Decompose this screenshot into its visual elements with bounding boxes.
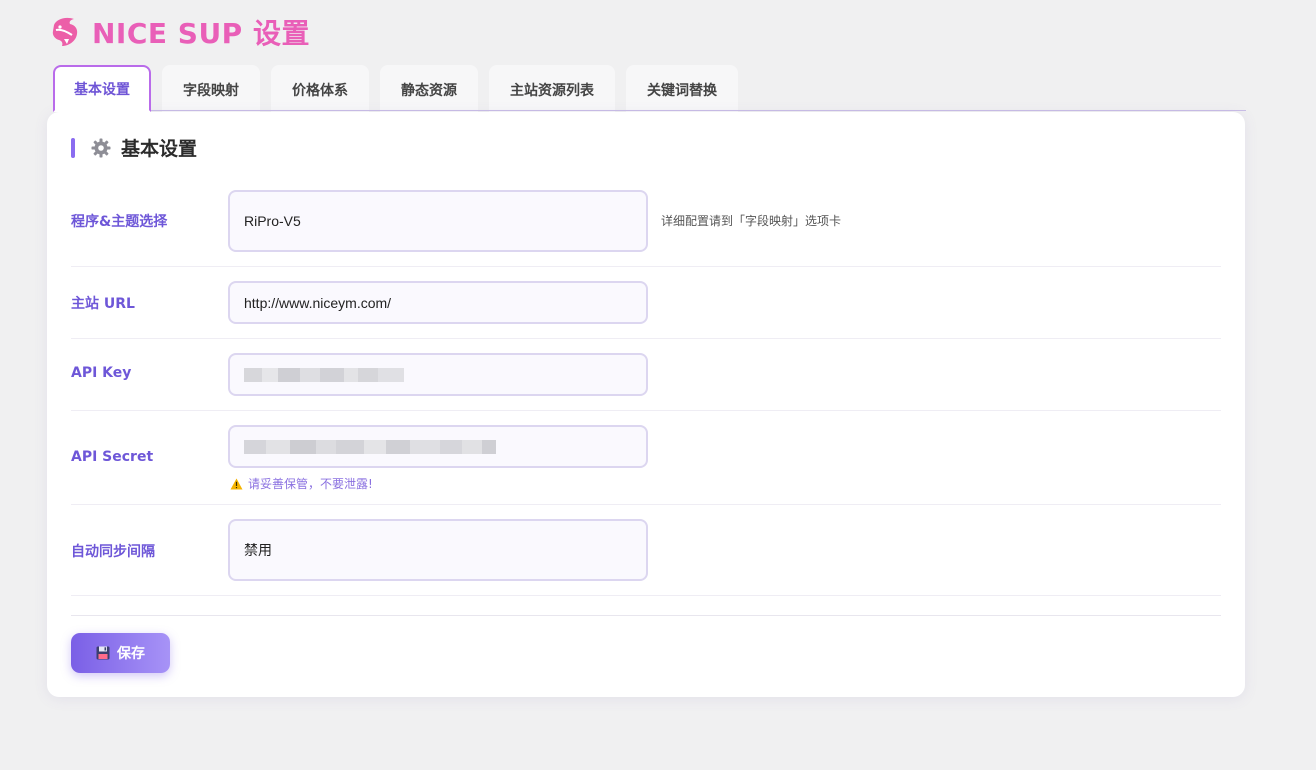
api-secret-warning: 请妥善保管，不要泄露! (230, 475, 373, 492)
gear-icon (91, 138, 111, 157)
tab-main-site-resources[interactable]: 主站资源列表 (489, 65, 615, 112)
sync-interval-select[interactable]: 禁用 (228, 519, 648, 581)
main-url-input[interactable]: http://www.niceym.com/ (228, 281, 648, 324)
row-api-secret: API Secret 请妥善保管，不要泄露! (71, 411, 1221, 505)
program-theme-value: RiPro-V5 (244, 213, 301, 229)
tab-static-resources[interactable]: 静态资源 (380, 65, 478, 112)
app-title: NICE SUP 设置 (92, 17, 310, 50)
tab-field-mapping[interactable]: 字段映射 (162, 65, 260, 112)
program-theme-label: 程序&主题选择 (71, 214, 168, 230)
program-theme-select[interactable]: RiPro-V5 (228, 190, 648, 252)
actions-divider (71, 615, 1221, 616)
tab-price-system[interactable]: 价格体系 (271, 65, 369, 112)
row-program-theme: 程序&主题选择 RiPro-V5 详细配置请到「字段映射」选项卡 (71, 172, 1221, 267)
tab-keyword-replace[interactable]: 关键词替换 (626, 65, 738, 112)
api-secret-input[interactable] (228, 425, 648, 468)
api-key-input[interactable] (228, 353, 648, 396)
app-header: NICE SUP 设置 (50, 12, 310, 52)
sync-interval-value: 禁用 (244, 542, 272, 558)
save-button-label: 保存 (117, 645, 145, 661)
section-heading: 基本设置 (71, 134, 197, 161)
api-secret-label: API Secret (71, 449, 154, 465)
main-url-value: http://www.niceym.com/ (244, 294, 392, 311)
warning-icon (230, 478, 243, 489)
shark-logo-icon (52, 17, 78, 46)
floppy-disk-icon (96, 646, 110, 660)
row-sync-interval: 自动同步间隔 禁用 (71, 505, 1221, 596)
save-button[interactable]: 保存 (71, 633, 170, 673)
row-main-url: 主站 URL http://www.niceym.com/ (71, 267, 1221, 339)
settings-panel: 基本设置 程序&主题选择 RiPro-V5 详细配置请到「字段映射」选项卡 主站… (47, 112, 1245, 697)
program-theme-hint: 详细配置请到「字段映射」选项卡 (661, 214, 842, 228)
api-key-masked-value (244, 367, 404, 382)
api-secret-warning-text: 请妥善保管，不要泄露! (248, 477, 373, 491)
tab-divider (53, 110, 1246, 111)
row-api-key: API Key (71, 339, 1221, 411)
section-title: 基本设置 (121, 138, 198, 160)
api-key-label: API Key (71, 365, 132, 381)
sync-interval-label: 自动同步间隔 (71, 544, 155, 560)
tab-bar: 基本设置 字段映射 价格体系 静态资源 主站资源列表 关键词替换 (53, 65, 738, 112)
section-accent-bar (71, 137, 75, 158)
main-url-label: 主站 URL (71, 296, 135, 312)
api-secret-masked-value (244, 439, 496, 454)
tab-basic-settings[interactable]: 基本设置 (53, 65, 151, 112)
